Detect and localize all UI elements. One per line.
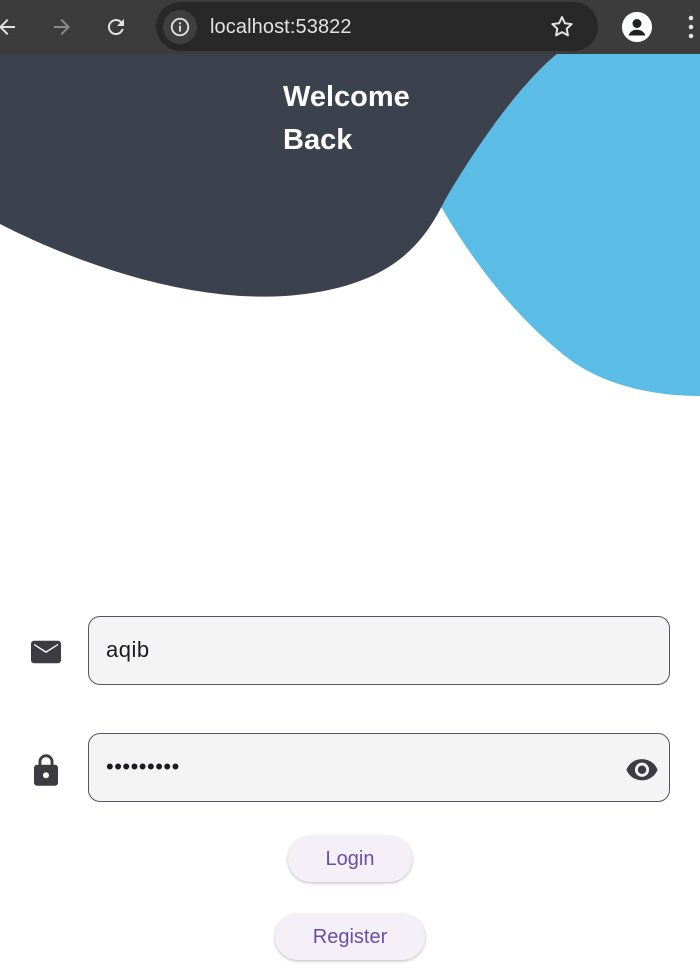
browser-toolbar: localhost:53822 [0, 0, 700, 54]
back-arrow-icon[interactable] [0, 12, 22, 42]
login-button[interactable]: Login [288, 836, 412, 882]
star-icon[interactable] [548, 13, 576, 41]
email-icon [28, 634, 64, 670]
lock-icon [28, 752, 64, 788]
register-button[interactable]: Register [275, 914, 425, 960]
profile-icon[interactable] [622, 12, 652, 42]
address-bar[interactable]: localhost:53822 [156, 2, 598, 51]
welcome-title-line2: Back [283, 124, 353, 156]
forward-arrow-icon[interactable] [47, 12, 77, 42]
email-field[interactable] [88, 616, 670, 685]
more-vert-icon[interactable] [686, 14, 696, 40]
url-text[interactable]: localhost:53822 [210, 16, 352, 39]
welcome-title: Welcome Back [283, 76, 483, 162]
welcome-title-line1: Welcome [283, 81, 410, 113]
reload-icon[interactable] [101, 12, 131, 42]
password-field[interactable] [88, 733, 670, 802]
password-input[interactable] [106, 734, 606, 800]
email-input[interactable] [106, 617, 606, 683]
eye-icon[interactable] [625, 752, 659, 786]
info-icon[interactable] [163, 10, 197, 44]
